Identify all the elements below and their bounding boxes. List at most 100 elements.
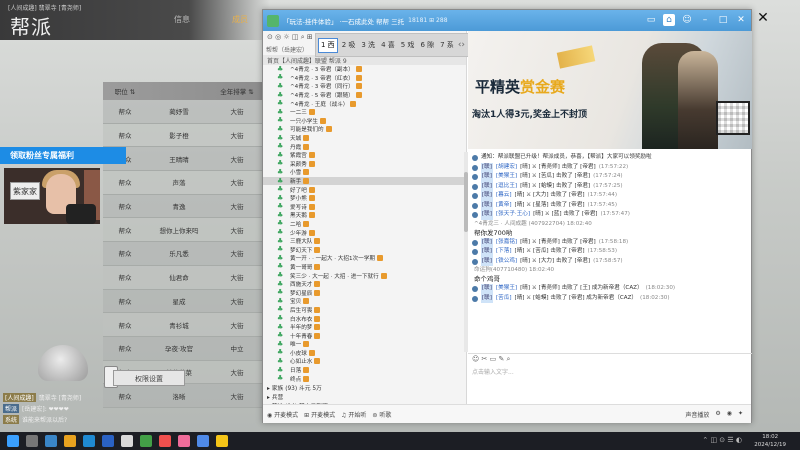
minimize-icon[interactable]: –: [699, 14, 711, 26]
maximize-icon[interactable]: □: [717, 14, 729, 26]
ad-banner[interactable]: 平精英赏金赛 淘汰1人得3元,奖金上不封顶: [468, 31, 752, 149]
list-item[interactable]: ♣ 天城: [263, 134, 466, 143]
folder-icon[interactable]: [64, 435, 76, 447]
start-icon[interactable]: [7, 435, 19, 447]
table-row[interactable]: 帮众 蔺妤雪 大街: [103, 100, 263, 124]
clock[interactable]: 18:02 2024/12/19: [754, 433, 786, 449]
search-icon[interactable]: [26, 435, 38, 447]
list-item[interactable]: ♣ 梦幻天下: [263, 245, 466, 254]
list-item[interactable]: ♣ 西施天才: [263, 280, 466, 289]
steam-icon[interactable]: [102, 435, 114, 447]
list-item[interactable]: ♣ 日落: [263, 366, 466, 375]
list-item[interactable]: ♣ 可能是我们的: [263, 125, 466, 134]
close-window-icon[interactable]: ✕: [735, 14, 747, 26]
list-item[interactable]: ♣ 三鹿大队: [263, 237, 466, 246]
ime-candidate[interactable]: 2 吸: [340, 38, 358, 53]
mic-mode-button-2[interactable]: ⊞ 开麦模式: [304, 410, 335, 419]
ime-arrow-icon[interactable]: ‹›: [458, 40, 465, 50]
list-item[interactable]: ♣ 黄一开 · · 一起大 · 大招1次一学期: [263, 254, 466, 263]
list-item[interactable]: ♣ 后生可畏: [263, 306, 466, 315]
list-item[interactable]: ♣ ^4青龙 · 3 帝君（副本）: [263, 65, 466, 74]
msg-sender[interactable]: [美猴王]: [496, 172, 517, 182]
list-item[interactable]: ♣ 黄一哥哥: [263, 263, 466, 272]
msg-sender[interactable]: [铁公鸡]: [496, 257, 517, 267]
table-row[interactable]: 帮众 影子橙 大街: [103, 123, 263, 148]
table-row[interactable]: 帮众 青衫城 大街: [103, 313, 263, 337]
system-tray[interactable]: ⌃ ◫ ⊙ ☰ ◐: [702, 436, 742, 444]
table-row[interactable]: 帮众 想你上你来吗 大街: [103, 218, 263, 243]
home-icon[interactable]: ⌂: [663, 14, 675, 26]
table-row[interactable]: 帮众 星成 大街: [103, 289, 263, 314]
tab-members[interactable]: 成员: [232, 14, 248, 25]
list-item[interactable]: ♣ 小雪: [263, 168, 466, 177]
permission-settings-button[interactable]: 权限设置: [113, 370, 185, 386]
list-item[interactable]: ♣ 爱写诗: [263, 203, 466, 212]
col-rank[interactable]: 全年排掌 ⇅: [211, 86, 263, 96]
msg-sender[interactable]: [张天子·王心]: [496, 210, 530, 220]
list-item[interactable]: ♣ 采颜秀: [263, 160, 466, 169]
ime-candidate[interactable]: 6 隙: [418, 38, 436, 53]
list-item[interactable]: ♣ 半年的梦: [263, 323, 466, 332]
list-item[interactable]: ♣ 梦小熊: [263, 194, 466, 203]
list-item[interactable]: ♣ 十年青春: [263, 331, 466, 340]
close-icon[interactable]: ✕: [755, 10, 771, 26]
ime-candidate[interactable]: 3 洗: [359, 38, 377, 53]
user-icon[interactable]: ☺: [681, 14, 693, 26]
message-input[interactable]: 点击输入文字...: [468, 365, 752, 405]
list-item[interactable]: ♣ ^4青龙 · 3 帝君（同行）: [263, 82, 466, 91]
msg-sender[interactable]: [逗比王]: [496, 182, 517, 192]
list-item[interactable]: ♣ 梦幻星辰: [263, 288, 466, 297]
list-item[interactable]: ♣ ^4青龙 · 王庭（战斗）: [263, 99, 466, 108]
list-item[interactable]: ♣ 少年游: [263, 228, 466, 237]
list-item[interactable]: ♣ 一只小学生: [263, 117, 466, 126]
msg-sender[interactable]: [苦瓜]: [496, 294, 512, 304]
game-icon[interactable]: [121, 435, 133, 447]
table-row[interactable]: 帮众 孕夜·攻官 中立: [103, 336, 263, 361]
ime-candidate[interactable]: 7 系: [438, 38, 456, 53]
settings-icon[interactable]: ⚙: [715, 410, 720, 419]
table-row[interactable]: 帮众 青逸 大街: [103, 194, 263, 219]
msg-sender[interactable]: [胡建宏]: [496, 163, 517, 173]
list-item[interactable]: ♣ 宝贝: [263, 297, 466, 306]
msg-sender[interactable]: [暮云]: [496, 191, 512, 201]
list-item[interactable]: ♣ 小皮球: [263, 349, 466, 358]
group-item[interactable]: ▸ 家族 (93) 斗元 5万: [263, 383, 466, 392]
effects-icon[interactable]: ✦: [738, 410, 743, 419]
msg-sender[interactable]: [张嘉铭]: [496, 238, 517, 248]
ime-candidate[interactable]: 4 喜: [379, 38, 397, 53]
music-button[interactable]: ⊜ 听歌: [372, 410, 391, 419]
screen-share-icon[interactable]: ▭: [645, 14, 657, 26]
list-item[interactable]: ♣ 新手: [263, 176, 466, 186]
listen-button[interactable]: ♫ 开始听: [341, 410, 366, 419]
input-toolbar[interactable]: ☺ ✂ ▭ ✎ ⌕: [468, 353, 752, 365]
table-row[interactable]: 帮众 仙君命 大街: [103, 265, 263, 290]
list-item[interactable]: ♣ 心如止水: [263, 357, 466, 366]
list-item[interactable]: ♣ 终点: [263, 374, 466, 383]
edge-icon[interactable]: [83, 435, 95, 447]
fans-benefit-banner[interactable]: 领取粉丝专属福利: [0, 147, 126, 164]
col-position[interactable]: 职位 ⇅: [103, 86, 147, 96]
mic-mode-button[interactable]: ◉ 开麦模式: [267, 410, 298, 419]
list-item[interactable]: ♣ 白水布衣: [263, 314, 466, 323]
table-row[interactable]: 帮众 声落 大街: [103, 171, 263, 195]
group-item[interactable]: ▸ 兵营: [263, 392, 466, 401]
list-item[interactable]: ♣ 一二三: [263, 108, 466, 117]
list-item[interactable]: ♣ 好了吧: [263, 185, 466, 194]
music-app-icon[interactable]: [159, 435, 171, 447]
list-item[interactable]: ♣ 唯一: [263, 340, 466, 349]
table-row[interactable]: 帮众王晴晴大街: [103, 147, 263, 172]
list-item[interactable]: ♣ ^4青龙 · 3 帝君（红衣）: [263, 74, 466, 83]
member-scrollbar[interactable]: [464, 152, 468, 352]
ime-candidate[interactable]: 1 西: [318, 37, 338, 53]
list-item[interactable]: ♣ 二哈: [263, 220, 466, 229]
msg-sender[interactable]: [下落]: [496, 247, 512, 257]
list-item[interactable]: ♣ ^4青龙 · 5 帝君（跟随）: [263, 91, 466, 100]
wechat-icon[interactable]: [140, 435, 152, 447]
table-row[interactable]: 帮众 乐凡悉 大街: [103, 242, 263, 266]
msg-sender[interactable]: [黄帝]: [496, 201, 512, 211]
tab-info[interactable]: 信息: [174, 14, 190, 25]
browser-icon[interactable]: [197, 435, 209, 447]
live-app-icon[interactable]: [178, 435, 190, 447]
list-item[interactable]: ♣ 紫霞宫: [263, 151, 466, 160]
msg-sender[interactable]: [美猴王]: [496, 284, 517, 294]
